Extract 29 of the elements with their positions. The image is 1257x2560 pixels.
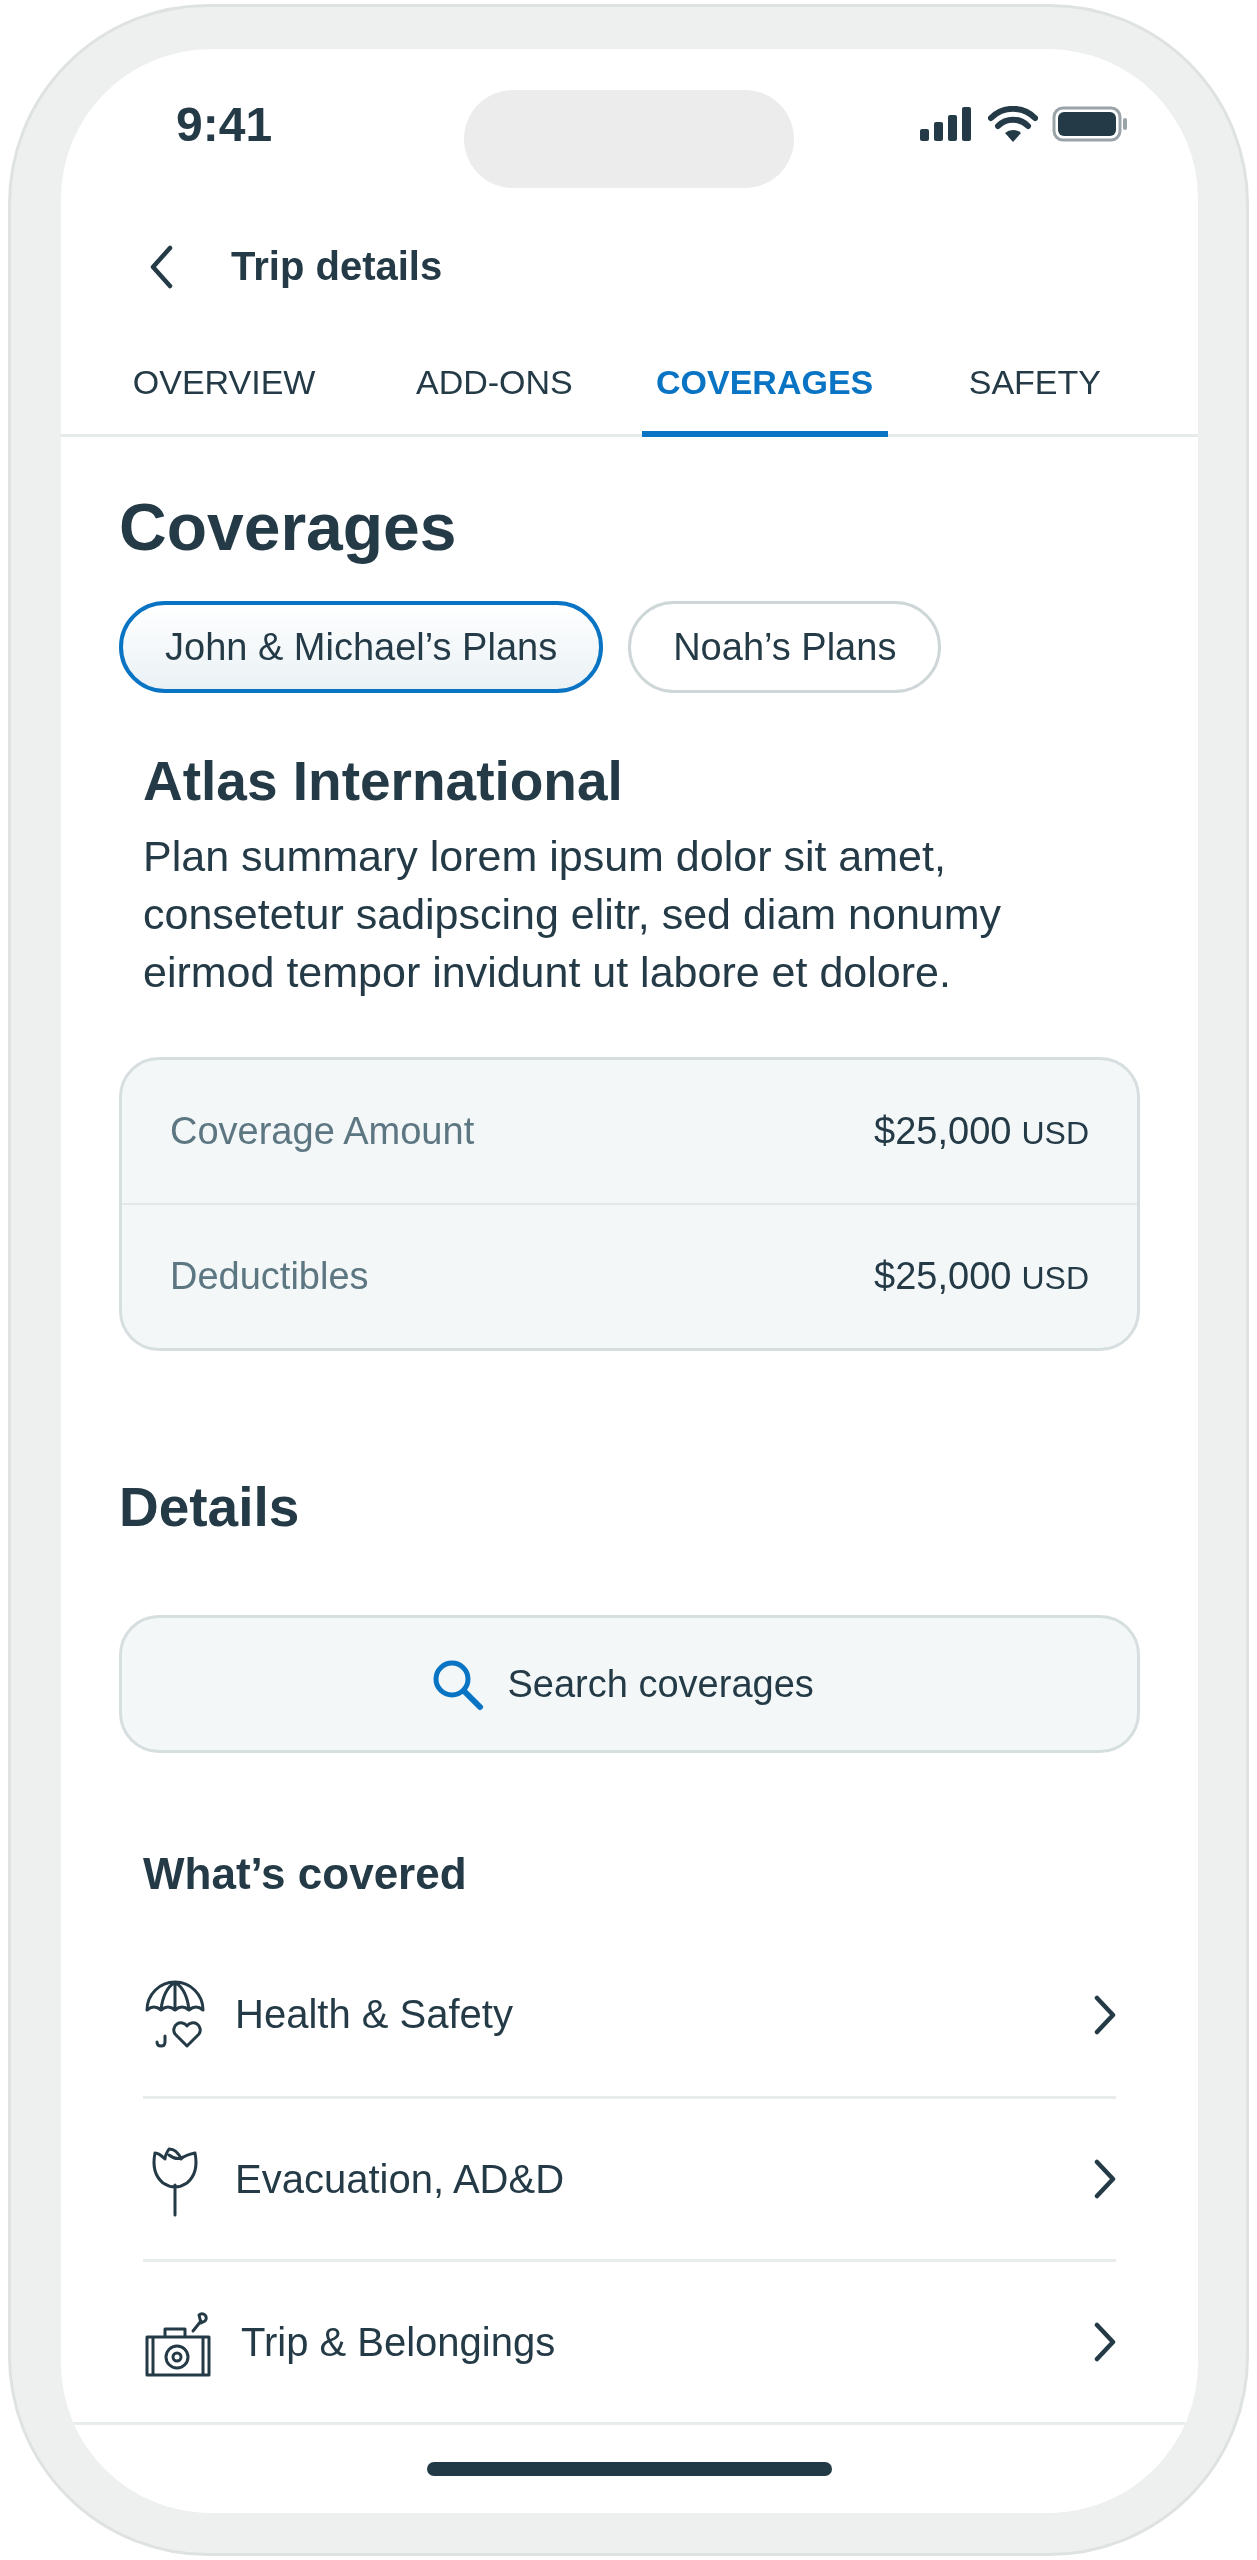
- currency-label: USD: [1021, 1260, 1089, 1296]
- currency-label: USD: [1021, 1115, 1089, 1151]
- summary-label: Coverage Amount: [170, 1110, 475, 1153]
- chevron-icon: [1094, 2159, 1116, 2199]
- plan-summary: Plan summary lorem ipsum dolor sit amet, consetetur sadipscing elitr, sed diam nonumy eirmod tempor invidunt ut labore et dolore.: [143, 831, 1003, 998]
- chevron-icon: [1094, 1994, 1116, 2035]
- umbrella-heart-icon: [143, 1979, 207, 2050]
- search-field[interactable]: Search coverages: [505, 1661, 830, 1707]
- tab[interactable]: SAFETY: [911, 334, 1158, 437]
- status-time: 9:41: [176, 96, 273, 152]
- list-heading: What’s covered: [143, 1849, 468, 1899]
- tab[interactable]: OVERVIEW: [101, 334, 348, 437]
- wifi-icon: [988, 106, 1038, 142]
- plan-chip[interactable]: John & Michael’s Plans: [119, 601, 604, 693]
- plan-name: Atlas International: [143, 749, 624, 813]
- coverage-item[interactable]: Health & Safety: [143, 1933, 1116, 2096]
- summary-amount: $25,000: [874, 1110, 1012, 1152]
- screen-title: Trip details: [231, 244, 443, 289]
- coverage-item[interactable]: Evacuation, AD&D: [143, 2096, 1116, 2259]
- battery-icon: [1052, 106, 1128, 142]
- summary-label: Deductibles: [170, 1255, 369, 1298]
- signal-icon: [920, 107, 974, 141]
- tab[interactable]: COVERAGES: [641, 334, 888, 437]
- summary-amount: $25,000: [874, 1255, 1012, 1297]
- section-title: Details: [119, 1475, 301, 1539]
- chevron-icon: [1094, 2322, 1116, 2362]
- tab[interactable]: ADD-ONS: [371, 334, 618, 437]
- page-title: Coverages: [119, 489, 458, 565]
- plan-chip[interactable]: Noah’s Plans: [628, 601, 942, 693]
